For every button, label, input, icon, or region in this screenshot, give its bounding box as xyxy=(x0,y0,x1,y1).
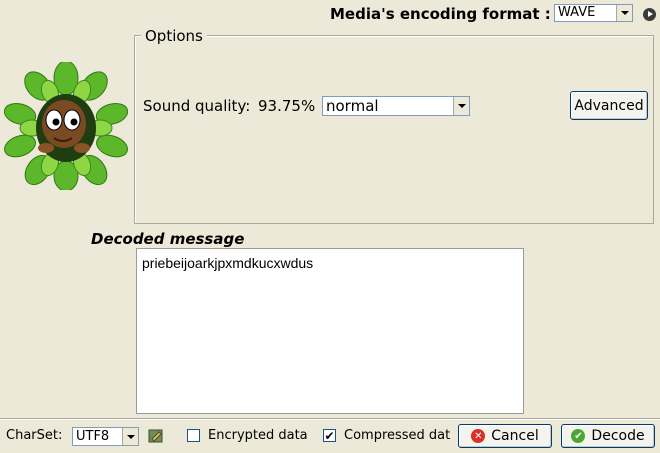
decoded-message-textarea[interactable]: priebeijoarkjpxmdkucxwdus xyxy=(136,248,524,414)
decoded-message-label: Decoded message xyxy=(91,230,245,248)
sound-quality-value: 93.75% xyxy=(258,97,316,115)
cancel-button-label: Cancel xyxy=(491,428,539,444)
charset-select[interactable]: UTF8 xyxy=(72,427,139,446)
sound-quality-label: Sound quality: xyxy=(143,97,251,115)
mascot-in-leaves-icon xyxy=(3,60,129,192)
encoding-format-value: WAVE xyxy=(558,5,596,20)
sound-quality-select[interactable]: normal xyxy=(322,96,470,116)
edit-charset-icon[interactable] xyxy=(148,428,164,444)
compressed-data-checkbox[interactable]: ✔ xyxy=(323,429,336,442)
options-group xyxy=(134,35,654,224)
chevron-down-icon xyxy=(616,5,632,21)
decode-button-label: Decode xyxy=(591,428,645,444)
checkmark-icon: ✔ xyxy=(571,429,586,443)
decoded-message-text: priebeijoarkjpxmdkucxwdus xyxy=(142,255,314,271)
encoding-format-select[interactable]: WAVE xyxy=(554,4,633,22)
advanced-button-label: Advanced xyxy=(574,97,644,114)
charset-label: CharSet: xyxy=(6,428,63,443)
decode-button[interactable]: ✔ Decode xyxy=(561,424,655,448)
sound-quality-select-value: normal xyxy=(326,97,379,115)
options-legend: Options xyxy=(141,27,207,45)
encoding-format-label: Media's encoding format : xyxy=(330,5,551,23)
compressed-data-label: Compressed dat xyxy=(344,428,451,443)
cancel-button[interactable]: ✕ Cancel xyxy=(458,424,552,448)
encrypted-data-checkbox[interactable] xyxy=(187,429,200,442)
chevron-down-icon xyxy=(453,97,469,115)
cancel-x-icon: ✕ xyxy=(471,429,486,443)
charset-value: UTF8 xyxy=(76,429,110,444)
chevron-down-icon xyxy=(122,428,138,445)
play-circle-icon[interactable] xyxy=(643,8,656,21)
advanced-button[interactable]: Advanced xyxy=(570,91,648,120)
encrypted-data-label: Encrypted data xyxy=(208,428,308,443)
